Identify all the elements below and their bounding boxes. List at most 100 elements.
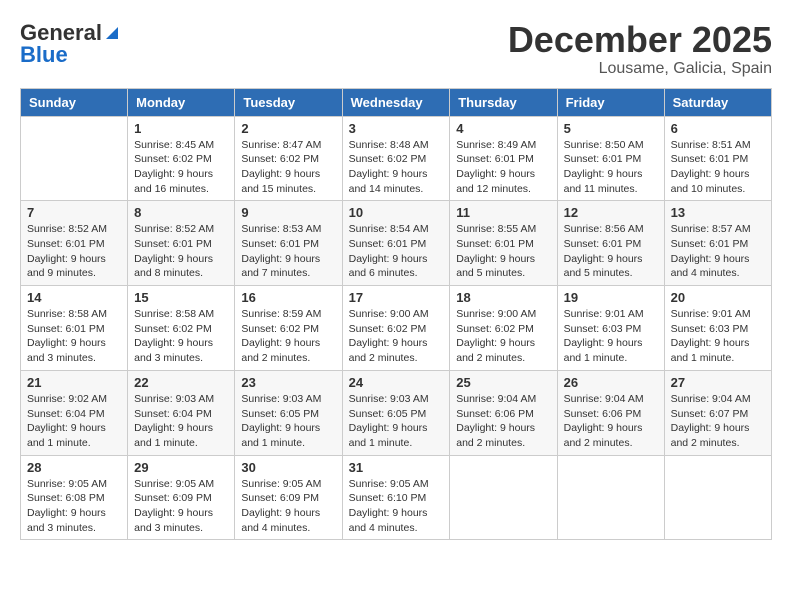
day-info: Sunrise: 8:52 AMSunset: 6:01 PMDaylight:… [134, 222, 228, 281]
calendar-cell: 16Sunrise: 8:59 AMSunset: 6:02 PMDayligh… [235, 286, 342, 371]
calendar-cell [21, 116, 128, 201]
calendar-cell: 3 Sunrise: 8:48 AMSunset: 6:02 PMDaylight… [342, 116, 450, 201]
day-number: 15 [134, 290, 228, 305]
day-number: 13 [671, 205, 765, 220]
day-info: Sunrise: 9:01 AMSunset: 6:03 PMDaylight:… [564, 307, 658, 366]
day-number: 14 [27, 290, 121, 305]
day-info: Sunrise: 8:49 AMSunset: 6:01 PMDaylight:… [456, 138, 550, 197]
day-number: 1 [134, 121, 228, 136]
day-info: Sunrise: 9:04 AMSunset: 6:06 PMDaylight:… [456, 392, 550, 451]
calendar-cell: 10 Sunrise: 8:54 AMSunset: 6:01 PMDayligh… [342, 201, 450, 286]
calendar-cell: 23 Sunrise: 9:03 AMSunset: 6:05 PMDayligh… [235, 370, 342, 455]
calendar-cell: 2 Sunrise: 8:47 AMSunset: 6:02 PMDaylight… [235, 116, 342, 201]
day-number: 11 [456, 205, 550, 220]
calendar-cell [450, 455, 557, 540]
calendar-cell: 25 Sunrise: 9:04 AMSunset: 6:06 PMDayligh… [450, 370, 557, 455]
day-info: Sunrise: 8:55 AMSunset: 6:01 PMDaylight:… [456, 222, 550, 281]
calendar-cell: 30Sunrise: 9:05 AMSunset: 6:09 PMDayligh… [235, 455, 342, 540]
day-info: Sunrise: 9:00 AMSunset: 6:02 PMDaylight:… [349, 307, 444, 366]
day-info: Sunrise: 8:59 AMSunset: 6:02 PMDaylight:… [241, 307, 335, 366]
calendar-cell: 15 Sunrise: 8:58 AMSunset: 6:02 PMDayligh… [128, 286, 235, 371]
calendar-cell [557, 455, 664, 540]
day-info: Sunrise: 9:03 AMSunset: 6:04 PMDaylight:… [134, 392, 228, 451]
day-info: Sunrise: 8:57 AMSunset: 6:01 PMDaylight:… [671, 222, 765, 281]
calendar-cell: 26Sunrise: 9:04 AMSunset: 6:06 PMDayligh… [557, 370, 664, 455]
day-info: Sunrise: 9:05 AMSunset: 6:09 PMDaylight:… [241, 477, 335, 536]
calendar-cell: 4 Sunrise: 8:49 AMSunset: 6:01 PMDaylight… [450, 116, 557, 201]
day-number: 4 [456, 121, 550, 136]
day-number: 12 [564, 205, 658, 220]
day-number: 19 [564, 290, 658, 305]
day-number: 18 [456, 290, 550, 305]
day-info: Sunrise: 9:02 AMSunset: 6:04 PMDaylight:… [27, 392, 121, 451]
weekday-header-wednesday: Wednesday [342, 88, 450, 116]
day-info: Sunrise: 8:53 AMSunset: 6:01 PMDaylight:… [241, 222, 335, 281]
day-number: 21 [27, 375, 121, 390]
weekday-header-sunday: Sunday [21, 88, 128, 116]
calendar-week-row: 28 Sunrise: 9:05 AMSunset: 6:08 PMDayligh… [21, 455, 772, 540]
day-number: 8 [134, 205, 228, 220]
page-header: General Blue December 2025 Lousame, Gali… [20, 20, 772, 78]
day-number: 31 [349, 460, 444, 475]
day-info: Sunrise: 8:45 AMSunset: 6:02 PMDaylight:… [134, 138, 228, 197]
calendar-cell: 21 Sunrise: 9:02 AMSunset: 6:04 PMDayligh… [21, 370, 128, 455]
day-info: Sunrise: 8:54 AMSunset: 6:01 PMDaylight:… [349, 222, 444, 281]
logo-bird-icon [104, 25, 120, 41]
day-number: 25 [456, 375, 550, 390]
calendar-cell: 29 Sunrise: 9:05 AMSunset: 6:09 PMDayligh… [128, 455, 235, 540]
calendar-cell: 18 Sunrise: 9:00 AMSunset: 6:02 PMDayligh… [450, 286, 557, 371]
day-info: Sunrise: 9:03 AMSunset: 6:05 PMDaylight:… [241, 392, 335, 451]
calendar-cell: 5Sunrise: 8:50 AMSunset: 6:01 PMDaylight… [557, 116, 664, 201]
day-info: Sunrise: 9:04 AMSunset: 6:06 PMDaylight:… [564, 392, 658, 451]
calendar-cell: 19 Sunrise: 9:01 AMSunset: 6:03 PMDayligh… [557, 286, 664, 371]
calendar-cell: 11 Sunrise: 8:55 AMSunset: 6:01 PMDayligh… [450, 201, 557, 286]
logo-blue: Blue [20, 42, 68, 68]
day-info: Sunrise: 9:03 AMSunset: 6:05 PMDaylight:… [349, 392, 444, 451]
calendar-week-row: 1 Sunrise: 8:45 AMSunset: 6:02 PMDaylight… [21, 116, 772, 201]
calendar-table: SundayMondayTuesdayWednesdayThursdayFrid… [20, 88, 772, 541]
day-info: Sunrise: 9:05 AMSunset: 6:09 PMDaylight:… [134, 477, 228, 536]
calendar-week-row: 14Sunrise: 8:58 AMSunset: 6:01 PMDayligh… [21, 286, 772, 371]
weekday-header-monday: Monday [128, 88, 235, 116]
calendar-cell: 14Sunrise: 8:58 AMSunset: 6:01 PMDayligh… [21, 286, 128, 371]
day-number: 29 [134, 460, 228, 475]
day-number: 5 [564, 121, 658, 136]
calendar-cell: 12 Sunrise: 8:56 AMSunset: 6:01 PMDayligh… [557, 201, 664, 286]
day-info: Sunrise: 9:04 AMSunset: 6:07 PMDaylight:… [671, 392, 765, 451]
day-number: 2 [241, 121, 335, 136]
calendar-cell: 20Sunrise: 9:01 AMSunset: 6:03 PMDayligh… [664, 286, 771, 371]
calendar-cell: 13 Sunrise: 8:57 AMSunset: 6:01 PMDayligh… [664, 201, 771, 286]
day-info: Sunrise: 8:48 AMSunset: 6:02 PMDaylight:… [349, 138, 444, 197]
day-number: 9 [241, 205, 335, 220]
day-number: 10 [349, 205, 444, 220]
day-info: Sunrise: 9:05 AMSunset: 6:08 PMDaylight:… [27, 477, 121, 536]
day-number: 23 [241, 375, 335, 390]
day-info: Sunrise: 8:56 AMSunset: 6:01 PMDaylight:… [564, 222, 658, 281]
weekday-header-tuesday: Tuesday [235, 88, 342, 116]
weekday-header-thursday: Thursday [450, 88, 557, 116]
day-info: Sunrise: 8:58 AMSunset: 6:02 PMDaylight:… [134, 307, 228, 366]
day-number: 27 [671, 375, 765, 390]
calendar-cell: 8 Sunrise: 8:52 AMSunset: 6:01 PMDaylight… [128, 201, 235, 286]
calendar-cell: 22 Sunrise: 9:03 AMSunset: 6:04 PMDayligh… [128, 370, 235, 455]
day-info: Sunrise: 9:00 AMSunset: 6:02 PMDaylight:… [456, 307, 550, 366]
calendar-cell: 17 Sunrise: 9:00 AMSunset: 6:02 PMDayligh… [342, 286, 450, 371]
day-number: 6 [671, 121, 765, 136]
calendar-cell: 27 Sunrise: 9:04 AMSunset: 6:07 PMDayligh… [664, 370, 771, 455]
calendar-week-row: 7Sunrise: 8:52 AMSunset: 6:01 PMDaylight… [21, 201, 772, 286]
calendar-cell: 7Sunrise: 8:52 AMSunset: 6:01 PMDaylight… [21, 201, 128, 286]
day-info: Sunrise: 8:47 AMSunset: 6:02 PMDaylight:… [241, 138, 335, 197]
month-year-title: December 2025 [508, 20, 772, 60]
day-info: Sunrise: 8:51 AMSunset: 6:01 PMDaylight:… [671, 138, 765, 197]
day-number: 22 [134, 375, 228, 390]
calendar-header-row: SundayMondayTuesdayWednesdayThursdayFrid… [21, 88, 772, 116]
day-number: 3 [349, 121, 444, 136]
title-block: December 2025 Lousame, Galicia, Spain [508, 20, 772, 78]
day-number: 28 [27, 460, 121, 475]
logo: General Blue [20, 20, 120, 68]
calendar-cell: 31Sunrise: 9:05 AMSunset: 6:10 PMDayligh… [342, 455, 450, 540]
day-number: 20 [671, 290, 765, 305]
day-number: 17 [349, 290, 444, 305]
calendar-cell [664, 455, 771, 540]
calendar-cell: 1 Sunrise: 8:45 AMSunset: 6:02 PMDaylight… [128, 116, 235, 201]
